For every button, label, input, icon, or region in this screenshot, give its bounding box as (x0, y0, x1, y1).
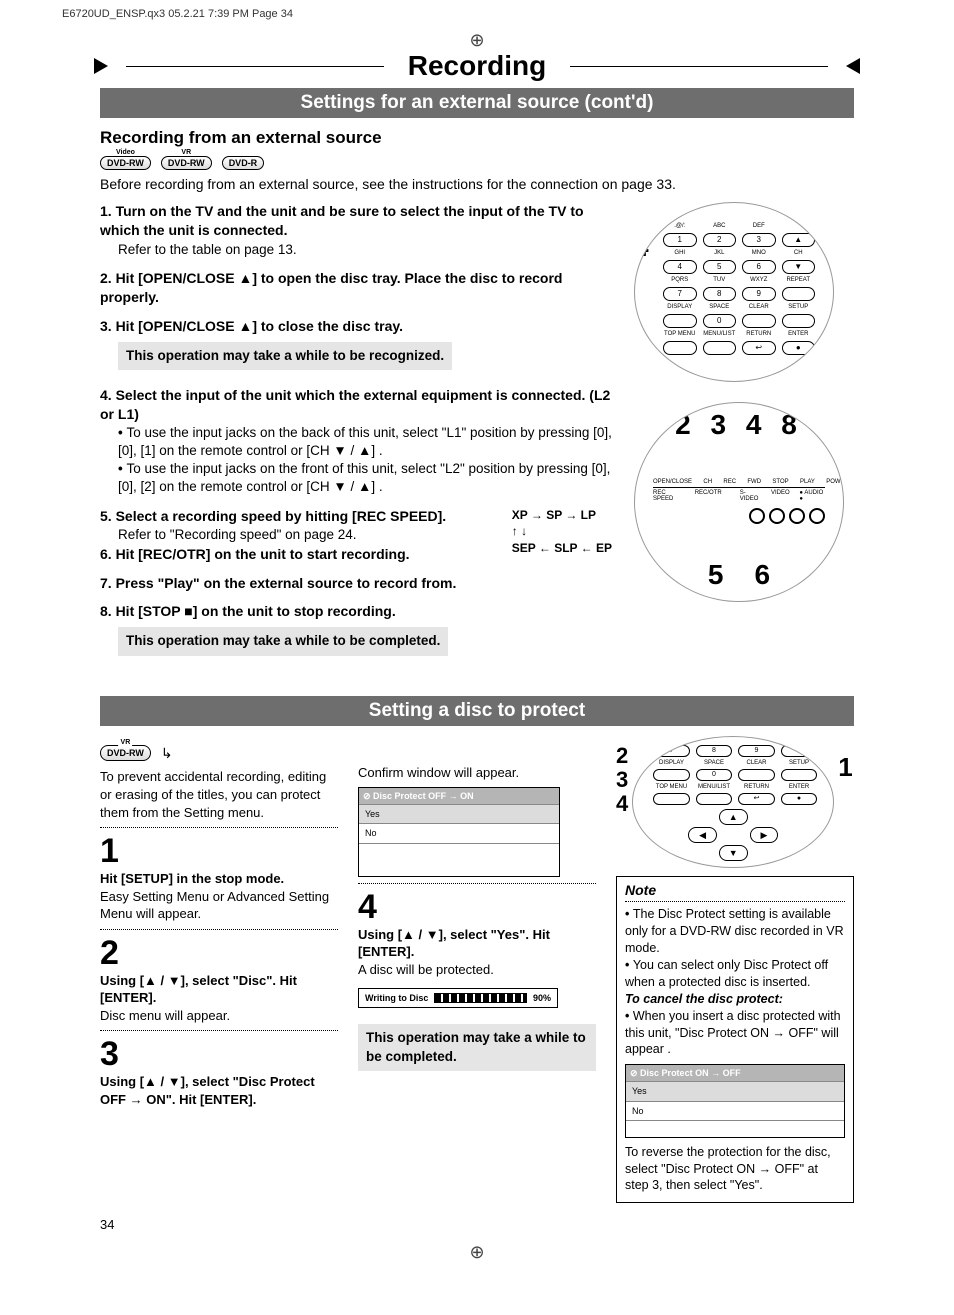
page-number: 34 (0, 1203, 954, 1232)
jack-icon (789, 508, 805, 524)
confirm-text: Confirm window will appear. (358, 764, 596, 782)
note-title: Note (625, 881, 845, 900)
step-8: 8. Hit [STOP ■] on the unit to stop reco… (100, 603, 396, 619)
crop-bottom: ⊕ (0, 1232, 954, 1262)
note-item: You can select only Disc Protect off whe… (625, 957, 845, 991)
callout-4: 4 (634, 231, 649, 263)
step-7: 7. Press "Play" on the external source t… (100, 575, 456, 591)
figure-unit-front-panel: 2 3 4 8 OPEN/CLOSE CH REC FWD STOP PLAY … (634, 402, 844, 602)
osd-option-no: No (359, 823, 559, 842)
disc-icon (630, 1068, 640, 1078)
step-number-3: 3 (100, 1037, 338, 1071)
step-2: 2. Hit [OPEN/CLOSE ▲] to open the disc t… (100, 270, 562, 305)
unit-label-row-1: OPEN/CLOSE CH REC FWD STOP PLAY POWER (653, 479, 825, 485)
step-number-1: 1 (100, 834, 338, 868)
step1-title: Hit [SETUP] in the stop mode. (100, 870, 338, 888)
note-box-completed-2: This operation may take a while to be co… (358, 1024, 596, 1070)
callouts-bottom: 5 6 (635, 559, 843, 591)
step3-title: Using [▲ / ▼], select "Disc Protect OFF … (100, 1073, 338, 1108)
note-item: When you insert a disc protected with th… (625, 1008, 845, 1059)
column-3: 2 3 4 789 DISPLAYSPACECLEARSETUP 0 TOP M… (616, 736, 854, 1204)
jack-icon (769, 508, 785, 524)
figure-remote-keypad: 4 .@/:ABCDEF 123▲ GHIJKLMNOCH 456▼ PQRST… (634, 202, 834, 382)
page-content: Recording Settings for an external sourc… (0, 50, 954, 1203)
disc-icon (363, 791, 373, 801)
step4-body: A disc will be protected. (358, 961, 596, 979)
section-heading-external-source: Settings for an external source (cont'd) (100, 88, 854, 118)
badge-dvd-rw-video: VideoDVD-RW (100, 156, 151, 170)
print-slug: E6720UD_ENSP.qx3 05.2.21 7:39 PM Page 34 (0, 0, 954, 20)
step2-body: Disc menu will appear. (100, 1007, 338, 1025)
note-box-recognized: This operation may take a while to be re… (118, 342, 452, 370)
badge-dvd-rw-vr: VRDVD-RW (161, 156, 212, 170)
decor-rule (570, 66, 828, 67)
rec-speed-diagram: XP → SP → LP ↑ ↓ SEP ← SLP ← EP (512, 507, 612, 557)
dpad-icon: ▲ ◀▶ ▼ (688, 809, 778, 861)
column-1: VRDVD-RW ↳ To prevent accidental recordi… (100, 736, 338, 1204)
step-number-2: 2 (100, 936, 338, 970)
step-number-4: 4 (358, 890, 596, 924)
step-1: 1. Turn on the TV and the unit and be su… (100, 203, 584, 238)
step-1-sub: Refer to the table on page 13. (100, 242, 297, 257)
note-cancel-title: To cancel the disc protect: (625, 992, 783, 1006)
osd-writing-progress: Writing to Disc 90% (358, 988, 558, 1008)
note-box: Note The Disc Protect setting is availab… (616, 876, 854, 1204)
badge-dvd-rw-vr: VRDVD-RW (100, 745, 151, 761)
step-3: 3. Hit [OPEN/CLOSE ▲] to close the disc … (100, 318, 403, 334)
callouts-top: 2 3 4 8 (635, 409, 843, 441)
intro-text: Before recording from an external source… (100, 176, 854, 192)
procedure-steps: 1. Turn on the TV and the unit and be su… (100, 202, 612, 662)
col1-intro: To prevent accidental recording, editing… (100, 768, 338, 821)
cursor-icon: ↳ (161, 744, 173, 763)
note-tail: To reverse the protection for the disc, … (625, 1144, 845, 1195)
decor-triangle-left (100, 58, 116, 74)
writing-label: Writing to Disc (365, 992, 428, 1004)
step-5: 5. Select a recording speed by hitting [… (100, 508, 446, 524)
jack-icon (809, 508, 825, 524)
osd-option-yes: Yes (626, 1081, 844, 1100)
step-4: 4. Select the input of the unit which th… (100, 387, 610, 422)
step1-body: Easy Setting Menu or Advanced Setting Me… (100, 888, 338, 923)
column-2: Confirm window will appear. Disc Protect… (358, 736, 596, 1204)
progress-bar (434, 993, 527, 1003)
chapter-title-row: Recording (100, 50, 854, 82)
unit-jacks (653, 508, 825, 524)
disc-format-badges: VideoDVD-RW VRDVD-RW DVD-R (100, 156, 854, 170)
crop-top: ⊕ (0, 20, 954, 50)
jack-icon (749, 508, 765, 524)
callouts-234: 2 3 4 (616, 744, 628, 817)
osd-disc-protect-off-on: Disc Protect OFF → ON Yes No (358, 787, 560, 876)
note-box-completed: This operation may take a while to be co… (118, 627, 448, 655)
osd-disc-protect-on-off: Disc Protect ON → OFF Yes No (625, 1064, 845, 1137)
step-5-sub: Refer to "Recording speed" on page 24. (100, 527, 357, 542)
figure-remote-nav: 789 DISPLAYSPACECLEARSETUP 0 TOP MENUMEN… (632, 736, 834, 868)
step4-title: Using [▲ / ▼], select "Yes". Hit [ENTER]… (358, 926, 596, 961)
unit-label-row-2: REC SPEED REC/OTR S-VIDEO VIDEO ● AUDIO … (653, 490, 825, 502)
note-item: The Disc Protect setting is available on… (625, 906, 845, 957)
step-4-bullet-b: To use the input jacks on the front of t… (100, 460, 612, 496)
step-6: 6. Hit [REC/OTR] on the unit to start re… (100, 546, 410, 562)
chapter-title: Recording (394, 50, 560, 82)
badge-dvd-r: DVD-R (222, 156, 265, 170)
section-heading-disc-protect: Setting a disc to protect (100, 696, 854, 726)
step2-title: Using [▲ / ▼], select "Disc". Hit [ENTER… (100, 972, 338, 1007)
decor-rule (126, 66, 384, 67)
decor-triangle-right (838, 58, 854, 74)
osd-option-no: No (626, 1101, 844, 1120)
step-4-bullet-a: To use the input jacks on the back of th… (100, 424, 612, 460)
callout-1: 1 (838, 754, 852, 780)
subsection-heading: Recording from an external source (100, 128, 854, 148)
writing-percent: 90% (533, 992, 551, 1004)
osd-option-yes: Yes (359, 804, 559, 823)
